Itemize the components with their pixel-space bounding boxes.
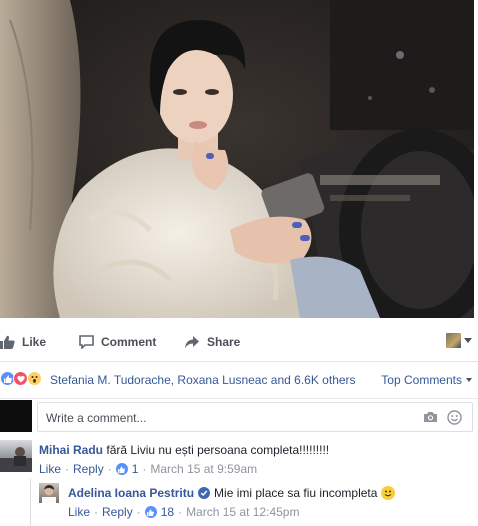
comment-author[interactable]: Mihai Radu <box>39 443 103 457</box>
share-arrow-icon <box>185 336 199 348</box>
wow-reaction-icon[interactable] <box>27 371 42 386</box>
separator-dot: · <box>107 462 112 476</box>
share-button[interactable]: Share <box>184 335 240 349</box>
thumbs-up-icon <box>0 335 15 349</box>
like-button[interactable]: Like <box>0 335 46 349</box>
comment-reply-link[interactable]: Reply <box>102 505 133 519</box>
separator-dot: · <box>136 505 141 519</box>
reactions-summary: Stefania M. Tudorache, Roxana Lusneac an… <box>0 367 478 391</box>
chevron-down-icon <box>464 338 472 343</box>
avatar[interactable] <box>39 483 59 503</box>
comment-like-count[interactable]: 18 <box>161 505 174 519</box>
comment-body: Adelina Ioana Pestritu Mie imi place sa … <box>68 486 396 500</box>
comment-author[interactable]: Adelina Ioana Pestritu <box>68 486 194 500</box>
comment-like-link[interactable]: Like <box>68 505 90 519</box>
separator-dot: · <box>178 505 183 519</box>
comment-body: Mihai Radu fără Liviu nu ești persoana c… <box>39 443 329 457</box>
post-photo-image <box>0 0 474 318</box>
share-label: Share <box>207 335 241 349</box>
comment-timestamp[interactable]: March 15 at 9:59am <box>150 462 257 476</box>
separator-dot: · <box>142 462 147 476</box>
reaction-names-link[interactable]: Stefania M. Tudorache, Roxana Lusneac an… <box>50 373 356 387</box>
comment-item: Mihai Radu fără Liviu nu ești persoana c… <box>0 440 478 480</box>
comment-bubble-icon <box>79 335 94 349</box>
comment-sort-label: Top Comments <box>381 373 462 387</box>
comment-input[interactable]: Write a comment... <box>37 402 473 432</box>
like-label: Like <box>22 335 47 349</box>
page-thumbnail <box>446 333 461 348</box>
post-as-selector[interactable] <box>446 333 472 348</box>
verified-badge-icon <box>198 487 211 499</box>
comment-button[interactable]: Comment <box>79 335 156 349</box>
comment-sort-dropdown[interactable]: Top Comments <box>381 373 472 387</box>
separator-dot: · <box>65 462 70 476</box>
chevron-down-icon <box>466 378 472 382</box>
separator-dot: · <box>94 505 99 519</box>
like-count-icon[interactable] <box>144 506 157 518</box>
comment-input-placeholder: Write a comment... <box>46 411 147 425</box>
comment-composer: Write a comment... <box>0 398 478 435</box>
post-action-bar: Like Comment Share <box>0 325 478 362</box>
smiley-emoji-icon <box>381 486 396 500</box>
emoji-icon[interactable] <box>447 410 462 425</box>
comment-reply-thread: Adelina Ioana Pestritu Mie imi place sa … <box>30 479 478 526</box>
comment-label: Comment <box>101 335 157 349</box>
love-reaction-icon[interactable] <box>13 371 28 386</box>
avatar <box>0 400 32 432</box>
comment-text: fără Liviu nu ești persoana completa!!!!… <box>106 443 330 457</box>
comment-meta: Like · Reply · 18 · March 15 at 12:45pm <box>68 505 299 519</box>
avatar[interactable] <box>0 440 32 472</box>
comment-like-count[interactable]: 1 <box>132 462 139 476</box>
camera-icon[interactable] <box>423 411 438 423</box>
post-photo[interactable] <box>0 0 474 318</box>
comment-meta: Like · Reply · 1 · March 15 at 9:59am <box>39 462 257 476</box>
comment-reply-link[interactable]: Reply <box>73 462 104 476</box>
like-count-icon[interactable] <box>115 463 128 475</box>
comment-like-link[interactable]: Like <box>39 462 61 476</box>
comment-text: Mie imi place sa fiu incompleta <box>214 486 378 500</box>
comment-timestamp[interactable]: March 15 at 12:45pm <box>186 505 299 519</box>
